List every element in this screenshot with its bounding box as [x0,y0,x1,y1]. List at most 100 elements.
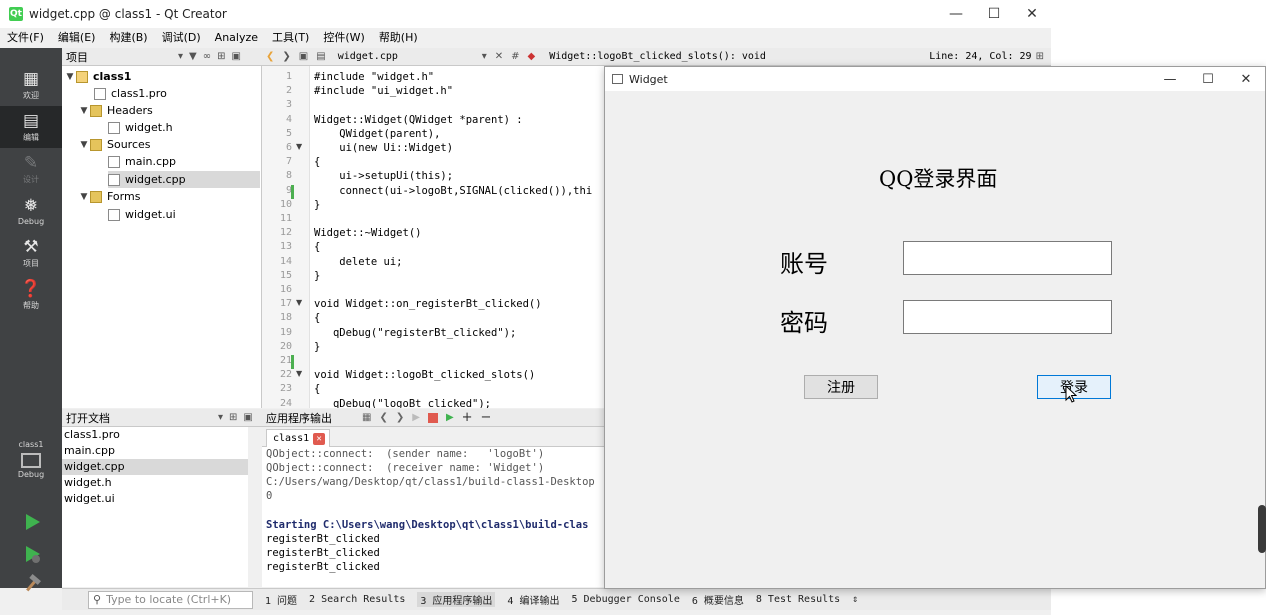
tree-node-widget-h[interactable]: widget.h [108,119,173,136]
account-input[interactable] [903,241,1112,275]
filter-icon[interactable]: ▼ [189,51,197,62]
clear-icon[interactable]: ▦ [362,412,371,423]
application-output[interactable]: QObject::connect: (sender name: 'logoBt'… [262,447,604,587]
code-editor[interactable]: #include "widget.h" #include "ui_widget.h… [310,66,604,408]
status-tab-general-messages[interactable]: 6 概要信息 [692,592,744,607]
menu-build[interactable]: 构建(B) [102,28,154,48]
widget-close-button[interactable]: ✕ [1227,67,1265,91]
chevron-down-icon[interactable]: ▾ [178,51,183,62]
widget-maximize-button[interactable]: ☐ [1189,67,1227,91]
up-down-arrow-icon[interactable]: ⇕ [852,594,858,605]
mode-help[interactable]: ❓ 帮助 [0,274,62,316]
build-button[interactable] [22,574,42,594]
close-tab-icon[interactable]: ✕ [313,432,326,445]
split-icon[interactable]: ⊞ [229,412,237,423]
back-arrow-icon[interactable]: ❮ [266,51,274,62]
rerun-icon[interactable]: ▶ [412,412,420,423]
code-line: qDebug("logoBt_clicked"); [314,397,492,408]
menu-tools[interactable]: 工具(T) [265,28,316,48]
editor-file-selector[interactable]: widget.cpp [338,51,478,62]
widget-minimize-button[interactable]: — [1151,67,1189,91]
status-tab-test-results[interactable]: 8 Test Results [756,594,840,605]
close-pane-icon[interactable]: ▣ [243,412,252,423]
wrench-icon: ⚒ [23,236,39,257]
debug-run-button[interactable] [22,544,42,564]
chevron-down-icon[interactable]: ▾ [218,412,223,423]
menu-widgets[interactable]: 控件(W) [316,28,371,48]
mode-projects[interactable]: ⚒ 项目 [0,232,62,274]
line-number: 14 [279,255,292,267]
mode-welcome[interactable]: ▦ 欢迎 [0,64,62,106]
tree-node-widget-ui[interactable]: widget.ui [108,206,176,223]
minimize-button[interactable]: — [937,0,975,28]
open-doc-item[interactable]: widget.ui [62,491,248,507]
desktop-scrollbar-thumb[interactable] [1258,505,1266,553]
menu-help[interactable]: 帮助(H) [372,28,425,48]
mode-design[interactable]: ✎ 设计 [0,148,62,190]
open-doc-item[interactable]: widget.h [62,475,248,491]
menu-analyze[interactable]: Analyze [208,28,265,48]
tree-node-widget-cpp[interactable]: widget.cpp [108,171,260,188]
password-input[interactable] [903,300,1112,334]
chevron-down-icon[interactable]: ▾ [482,51,487,62]
close-button[interactable]: ✕ [1013,0,1051,28]
tree-node-pro-file[interactable]: class1.pro [94,85,167,102]
open-doc-item[interactable]: class1.pro [62,427,248,443]
split-icon[interactable]: ⊞ [217,51,225,62]
tree-node-forms[interactable]: ▼ Forms [78,188,141,205]
line-number: 2 [285,85,292,97]
attach-debug-icon[interactable]: ▶ [446,412,454,423]
password-label: 密码 [780,309,828,337]
tree-node-headers[interactable]: ▼ Headers [78,102,153,119]
status-tab-compile-output[interactable]: 4 编译输出 [507,592,559,607]
close-document-icon[interactable]: ✕ [495,51,503,62]
chevron-down-icon[interactable]: ▼ [78,140,90,150]
output-tab-class1[interactable]: class1 ✕ [266,429,331,447]
chevron-down-icon[interactable]: ▼ [64,72,76,82]
status-tab-app-output[interactable]: 3 应用程序输出 [417,592,496,607]
register-button[interactable]: 注册 [804,375,878,399]
locator-input[interactable]: ⚲ Type to locate (Ctrl+K) [88,590,253,609]
fold-marker-icon[interactable]: ▼ [296,369,302,378]
bug-badge-icon [32,555,40,563]
login-heading: QQ登录界面 [879,167,998,191]
menu-file[interactable]: 文件(F) [0,28,51,48]
tree-node-main-cpp[interactable]: main.cpp [108,153,176,170]
chevron-down-icon[interactable]: ▼ [78,106,90,116]
split-icon[interactable]: ⊞ [1036,51,1044,62]
status-tab-issues[interactable]: 1 问题 [265,592,297,607]
link-icon[interactable]: ∞ [203,51,211,62]
line-number: 3 [285,99,292,111]
prev-arrow-icon[interactable]: ❮ [379,412,387,423]
open-doc-item[interactable]: widget.cpp [62,459,248,475]
status-tab-search-results[interactable]: 2 Search Results [309,594,405,605]
line-number: 5 [285,127,292,139]
mode-debug[interactable]: ❅ Debug [0,190,62,232]
tree-node-sources[interactable]: ▼ Sources [78,136,151,153]
close-pane-icon[interactable]: ▣ [231,51,240,62]
fold-marker-icon[interactable]: ▼ [296,142,302,151]
open-doc-item[interactable]: main.cpp [62,443,248,459]
run-button[interactable] [22,512,42,532]
kit-selector[interactable]: class1 Debug [0,440,62,498]
zoom-in-icon[interactable]: + [462,410,473,425]
tree-node-project[interactable]: ▼ class1 [64,68,132,85]
mode-edit[interactable]: ▤ 编辑 [0,106,62,148]
code-line: } [314,340,321,353]
stop-icon[interactable] [427,412,438,423]
code-line: void Widget::logoBt_clicked_slots() [314,369,536,382]
chevron-down-icon[interactable]: ▼ [78,192,90,202]
menu-debug[interactable]: 调试(D) [155,28,208,48]
status-tab-debugger-console[interactable]: 5 Debugger Console [571,594,679,605]
menu-edit[interactable]: 编辑(E) [51,28,103,48]
next-arrow-icon[interactable]: ❯ [396,412,404,423]
open-documents-scrollbar[interactable] [248,427,262,587]
title-bar: Qt widget.cpp @ class1 - Qt Creator — ☐ … [0,0,1051,28]
fold-marker-icon[interactable]: ▼ [296,298,302,307]
line-number: 24 [279,397,292,409]
kit-build-mode: Debug [17,470,45,479]
maximize-button[interactable]: ☐ [975,0,1013,28]
symbol-selector[interactable]: Widget::logoBt_clicked_slots(): void [549,51,929,62]
zoom-out-icon[interactable]: − [481,410,492,425]
forward-arrow-icon[interactable]: ❯ [282,51,290,62]
